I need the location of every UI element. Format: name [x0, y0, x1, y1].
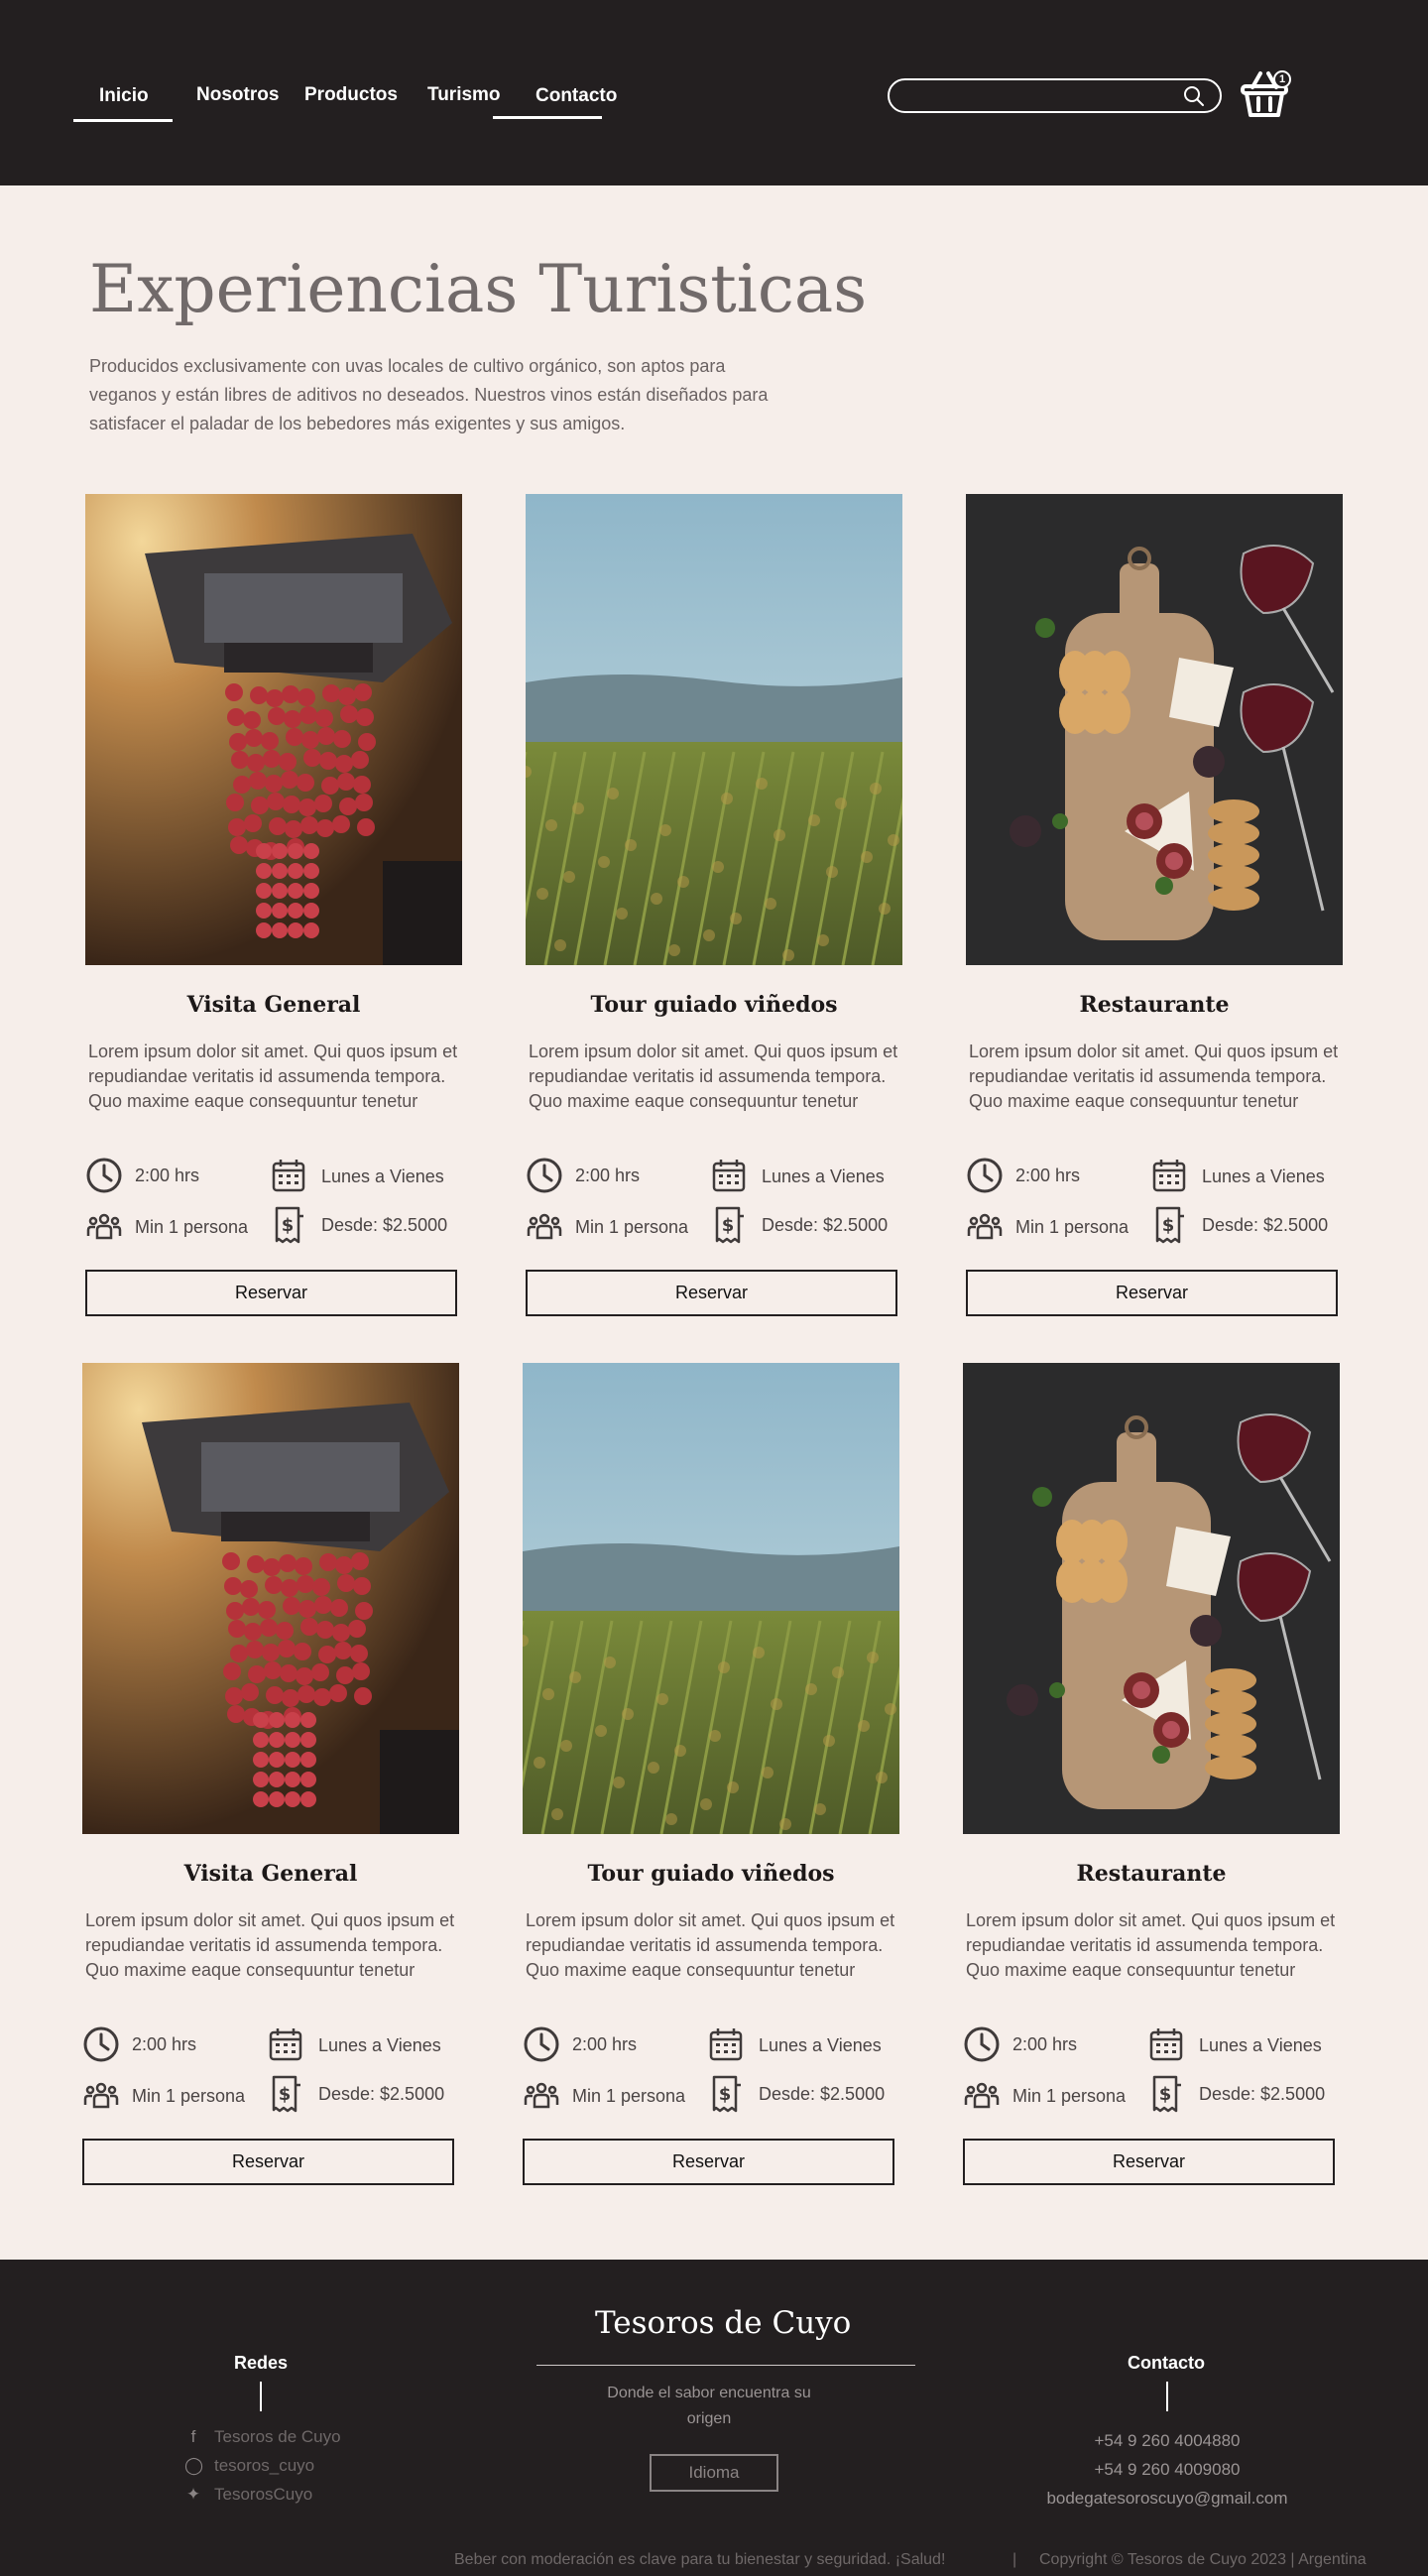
card-min-people: Min 1 persona [1015, 1217, 1130, 1237]
search-bar [888, 78, 1222, 113]
svg-text:$: $ [719, 2084, 732, 2105]
card-description: Lorem ipsum dolor sit amet. Qui quos ips… [529, 1042, 898, 1111]
search-input[interactable] [903, 84, 1171, 108]
card-title: Visita General [183, 1861, 358, 1887]
card-min-people: Min 1 persona [135, 1217, 249, 1237]
card-days: Lunes a Vienes [321, 1166, 444, 1186]
footer-contacto-divider [1166, 2382, 1168, 2411]
reservar-button[interactable]: Reservar [82, 2139, 454, 2185]
card-duration: 2:00 hrs [135, 1165, 200, 1185]
card-image-cheese-board [963, 1363, 1340, 1834]
footer-contacto-title: Contacto [1128, 2353, 1205, 2373]
nav-nosotros[interactable]: Nosotros [196, 84, 279, 106]
footer-phone-1[interactable]: +54 9 260 4004880 [1018, 2431, 1316, 2451]
card-title: Restaurante [1079, 992, 1230, 1018]
card-price: Desde: $2.5000 [762, 1215, 889, 1235]
reservar-button[interactable]: Reservar [85, 1270, 457, 1316]
page-title: Experiencias Turisticas [89, 251, 868, 327]
card-image-grapes-harvest [85, 494, 462, 965]
footer-redes-title: Redes [234, 2353, 289, 2373]
twitter-icon: ✦ [185, 2485, 201, 2504]
card-min-people: Min 1 persona [575, 1217, 689, 1237]
facebook-icon: f [190, 2427, 196, 2446]
card-price: Desde: $2.5000 [759, 2084, 886, 2104]
cart-count-badge: 1 [1273, 70, 1291, 88]
card-duration: 2:00 hrs [1015, 1165, 1081, 1185]
card-duration: 2:00 hrs [575, 1165, 641, 1185]
card-title: Tour guiado viñedos [587, 1861, 835, 1887]
reservar-button[interactable]: Reservar [523, 2139, 894, 2185]
nav-hover-underline [493, 116, 602, 119]
card-days: Lunes a Vienes [1199, 2035, 1322, 2055]
reservar-button[interactable]: Reservar [963, 2139, 1335, 2185]
footer-copyright: Copyright © Tesoros de Cuyo 2023 | Argen… [1039, 2551, 1367, 2568]
reservar-button[interactable]: Reservar [526, 1270, 897, 1316]
instagram-icon: ◯ [184, 2456, 204, 2475]
nav-active-underline [73, 119, 173, 122]
nav-turismo[interactable]: Turismo [427, 84, 501, 106]
reservar-button[interactable]: Reservar [966, 1270, 1338, 1316]
svg-text:$: $ [1162, 1215, 1175, 1236]
nav-contacto[interactable]: Contacto [536, 85, 617, 107]
intro-text: Producidos exclusivamente con uvas local… [89, 356, 769, 433]
card-description: Lorem ipsum dolor sit amet. Qui quos ips… [88, 1042, 458, 1111]
card-title: Visita General [186, 992, 361, 1018]
footer-email[interactable]: bodegatesoroscuyo@gmail.com [1018, 2489, 1316, 2509]
card-price: Desde: $2.5000 [1199, 2084, 1326, 2104]
footer-brand: Tesoros de Cuyo [595, 2305, 852, 2341]
search-icon[interactable] [1182, 84, 1206, 108]
card-title: Restaurante [1076, 1861, 1227, 1887]
card-description: Lorem ipsum dolor sit amet. Qui quos ips… [85, 1910, 455, 1980]
footer-brand-divider [536, 2365, 915, 2366]
language-button[interactable]: Idioma [650, 2454, 778, 2492]
footer-disclaimer: Beber con moderación es clave para tu bi… [454, 2551, 946, 2568]
card-price: Desde: $2.5000 [321, 1215, 448, 1235]
footer-tagline: Donde el sabor encuentra su origen [607, 2385, 811, 2427]
card-image-grapes-harvest [82, 1363, 459, 1834]
svg-text:$: $ [1159, 2084, 1172, 2105]
card-min-people: Min 1 persona [132, 2086, 246, 2106]
footer-redes-divider [260, 2382, 262, 2411]
card-duration: 2:00 hrs [1012, 2034, 1078, 2054]
svg-text:$: $ [279, 2084, 292, 2105]
svg-text:$: $ [282, 1215, 295, 1236]
card-image-cheese-board [966, 494, 1343, 965]
card-price: Desde: $2.5000 [1202, 1215, 1329, 1235]
site-header: Inicio Nosotros Productos Turismo Contac… [0, 0, 1428, 185]
card-description: Lorem ipsum dolor sit amet. Qui quos ips… [969, 1042, 1339, 1111]
card-days: Lunes a Vienes [318, 2035, 441, 2055]
card-description: Lorem ipsum dolor sit amet. Qui quos ips… [526, 1910, 895, 1980]
card-description: Lorem ipsum dolor sit amet. Qui quos ips… [966, 1910, 1336, 1980]
card-image-vineyard-landscape [526, 494, 902, 965]
card-title: Tour guiado viñedos [590, 992, 838, 1018]
card-price: Desde: $2.5000 [318, 2084, 445, 2104]
card-image-vineyard-landscape [523, 1363, 899, 1834]
footer-social-twitter[interactable]: ✦ TesorosCuyo [184, 2485, 312, 2505]
nav-productos[interactable]: Productos [304, 84, 398, 106]
card-min-people: Min 1 persona [572, 2086, 686, 2106]
footer-separator: | [1012, 2551, 1017, 2568]
nav-inicio[interactable]: Inicio [99, 85, 149, 107]
card-days: Lunes a Vienes [762, 1166, 885, 1186]
card-days: Lunes a Vienes [1202, 1166, 1325, 1186]
card-days: Lunes a Vienes [759, 2035, 882, 2055]
svg-text:$: $ [722, 1215, 735, 1236]
cart-button[interactable]: 1 [1237, 65, 1292, 121]
footer-social-instagram[interactable]: ◯ tesoros_cuyo [184, 2456, 314, 2476]
footer-phone-2[interactable]: +54 9 260 4009080 [1018, 2460, 1316, 2480]
card-min-people: Min 1 persona [1012, 2086, 1127, 2106]
footer-social-facebook[interactable]: f Tesoros de Cuyo [184, 2427, 341, 2447]
card-duration: 2:00 hrs [572, 2034, 638, 2054]
card-duration: 2:00 hrs [132, 2034, 197, 2054]
